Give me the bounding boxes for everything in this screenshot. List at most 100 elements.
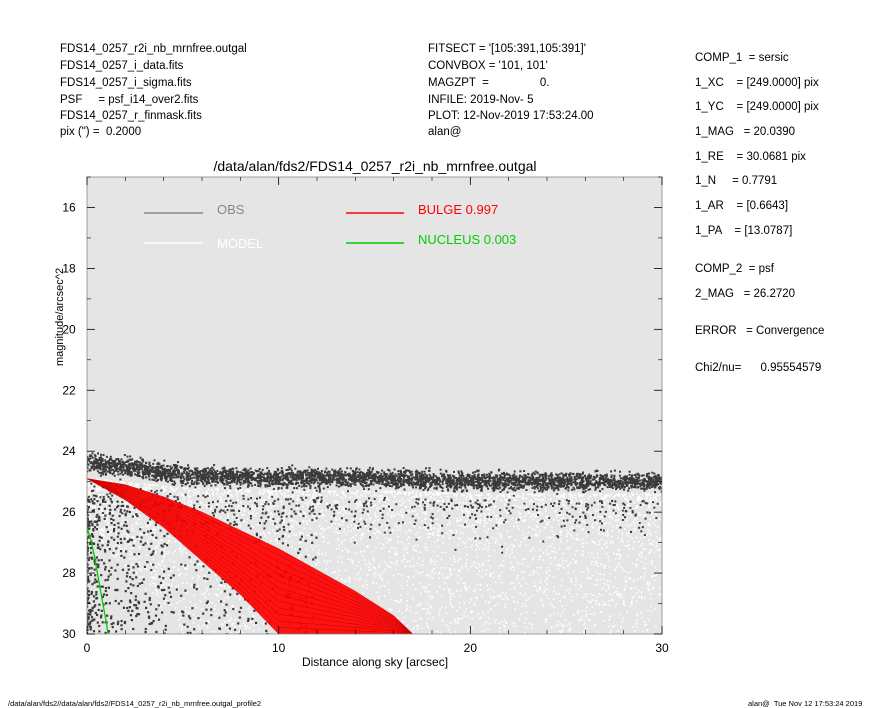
obs-point (167, 601, 170, 604)
model-point (486, 504, 488, 506)
model-point (393, 514, 396, 517)
model-point (367, 491, 369, 494)
model-point (154, 589, 157, 591)
model-point (436, 534, 439, 537)
model-point (430, 597, 433, 600)
model-point (391, 530, 393, 532)
model-point (223, 586, 226, 589)
obs-point (130, 592, 133, 595)
model-point (609, 495, 611, 498)
model-point (546, 549, 548, 551)
model-point (153, 484, 156, 486)
model-point (442, 513, 445, 515)
model-point (258, 629, 261, 631)
model-point (126, 537, 128, 540)
obs-point (296, 641, 298, 643)
model-point (129, 515, 132, 517)
model-point (654, 575, 656, 577)
obs-point (88, 542, 92, 545)
model-point (472, 627, 474, 629)
model-point (343, 494, 346, 496)
model-point (134, 516, 137, 518)
model-point (522, 494, 525, 497)
model-point (345, 534, 348, 536)
model-point (449, 622, 452, 624)
model-point (200, 569, 203, 571)
model-point (296, 498, 298, 501)
model-point (654, 566, 657, 569)
model-point (319, 528, 322, 530)
model-point (611, 530, 614, 532)
model-point (252, 513, 254, 515)
model-point (467, 537, 470, 540)
model-point (575, 500, 578, 503)
model-point (238, 526, 241, 528)
model-point (440, 567, 443, 569)
model-point (640, 524, 643, 526)
model-point (392, 528, 395, 531)
model-point (582, 554, 584, 557)
obs-point (89, 573, 92, 576)
model-point (592, 493, 595, 495)
model-point (259, 490, 261, 492)
model-point (304, 502, 307, 505)
model-point (388, 550, 390, 553)
model-point (624, 587, 627, 589)
model-point (597, 556, 599, 559)
obs-point (101, 544, 104, 547)
model-point (142, 487, 145, 490)
model-point (240, 501, 242, 504)
model-point (395, 500, 398, 503)
model-point (117, 549, 119, 552)
model-point (419, 604, 421, 607)
model-point (659, 542, 662, 545)
obs-point (328, 504, 331, 507)
model-point (644, 567, 647, 570)
model-point (401, 574, 403, 577)
model-point (597, 565, 599, 567)
model-point (618, 558, 621, 560)
model-point (114, 502, 116, 505)
model-point (154, 570, 156, 572)
model-point (498, 577, 500, 580)
model-point (504, 507, 506, 509)
model-point (392, 575, 395, 577)
model-point (528, 512, 531, 514)
model-point (160, 586, 162, 588)
model-point (139, 514, 142, 517)
model-point (608, 522, 611, 525)
model-point (115, 532, 117, 535)
model-point (575, 593, 578, 596)
model-point (455, 498, 457, 501)
model-point (379, 564, 381, 567)
model-point (123, 547, 126, 550)
model-point (514, 499, 516, 501)
model-point (221, 604, 224, 606)
model-point (499, 494, 502, 497)
model-point (257, 613, 259, 616)
model-point (308, 494, 310, 496)
model-point (403, 492, 406, 494)
model-point (523, 571, 526, 573)
obs-point (183, 623, 186, 626)
model-point (338, 532, 341, 535)
model-point (483, 520, 486, 523)
model-point (448, 591, 451, 593)
obs-point (106, 614, 109, 617)
model-point (285, 495, 287, 497)
model-point (179, 492, 181, 494)
model-point (399, 492, 402, 495)
model-point (332, 491, 335, 494)
model-point (578, 632, 581, 634)
model-point (230, 631, 232, 634)
model-point (215, 574, 217, 576)
model-point (649, 549, 651, 552)
model-point (466, 526, 469, 528)
obs-point (95, 580, 98, 583)
model-point (248, 491, 251, 494)
model-point (155, 593, 158, 595)
model-point (425, 612, 428, 615)
model-point (405, 565, 407, 568)
model-point (569, 495, 571, 497)
model-point (515, 518, 518, 521)
